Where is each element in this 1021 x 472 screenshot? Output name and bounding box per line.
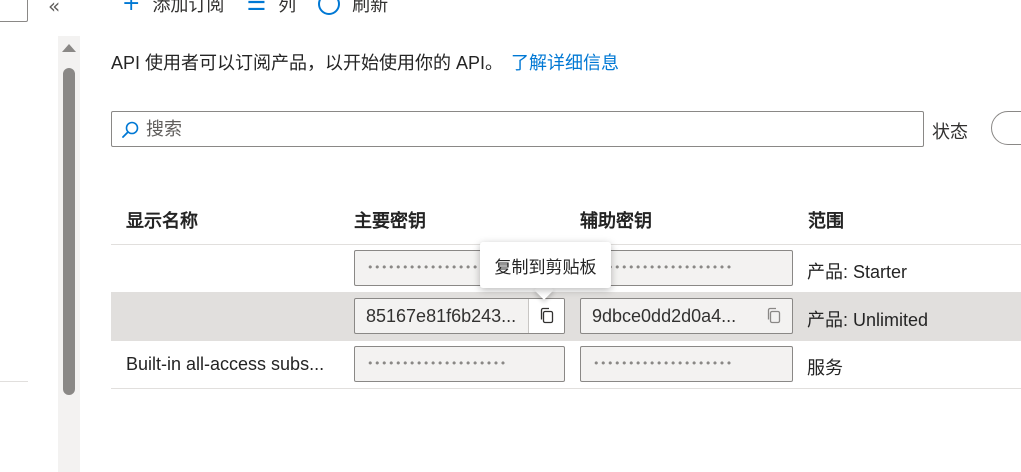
- plus-icon: +: [122, 0, 141, 16]
- collapse-icon[interactable]: «: [48, 0, 60, 18]
- column-header-name[interactable]: 显示名称: [126, 207, 198, 233]
- columns-button[interactable]: ☰ 列: [246, 0, 296, 17]
- left-nav-panel: [0, 0, 58, 472]
- secondary-key-field[interactable]: ••••••••••••••••••••: [580, 250, 793, 286]
- copy-icon: [767, 307, 781, 324]
- column-header-scope[interactable]: 范围: [808, 207, 844, 233]
- search-input[interactable]: [146, 112, 916, 146]
- description-text: API 使用者可以订阅产品，以开始使用你的 API。: [111, 53, 504, 73]
- table-row[interactable]: 85167e81f6b243... 9dbce0dd2d0a4... 产品: U…: [111, 293, 1021, 341]
- secondary-key-field[interactable]: ••••••••••••••••••••: [580, 346, 793, 382]
- secondary-key-value: 9dbce0dd2d0a4...: [592, 306, 737, 326]
- scrollbar[interactable]: [58, 36, 80, 472]
- copy-tooltip: 复制到剪贴板: [480, 242, 611, 288]
- refresh-icon: [318, 0, 341, 15]
- copy-primary-key-button[interactable]: [528, 299, 564, 333]
- secondary-key-field[interactable]: 9dbce0dd2d0a4...: [580, 298, 793, 334]
- columns-icon: ☰: [246, 0, 267, 16]
- scroll-up-arrow-icon[interactable]: [62, 44, 76, 52]
- secondary-key-value: ••••••••••••••••••••: [593, 261, 733, 274]
- nav-search-box[interactable]: [0, 0, 28, 22]
- page-description: API 使用者可以订阅产品，以开始使用你的 API。 了解详细信息: [111, 49, 619, 75]
- row-scope: 产品: Starter: [807, 262, 908, 282]
- row-display-name[interactable]: Built-in all-access subs...: [126, 354, 324, 375]
- row-scope: 服务: [807, 358, 843, 378]
- nav-divider: [0, 381, 28, 382]
- primary-key-value: 85167e81f6b243...: [366, 306, 517, 326]
- primary-key-field[interactable]: ••••••••••••••••••••: [354, 346, 565, 382]
- copy-secondary-key-button[interactable]: [756, 299, 792, 333]
- refresh-button[interactable]: 刷新: [318, 0, 388, 17]
- search-icon: [122, 121, 139, 138]
- search-box[interactable]: [111, 111, 924, 147]
- add-subscription-button[interactable]: + 添加订阅: [122, 0, 224, 17]
- column-header-primary-key[interactable]: 主要密钥: [354, 207, 426, 233]
- row-scope: 产品: Unlimited: [807, 310, 929, 330]
- columns-label: 列: [278, 0, 297, 15]
- primary-key-field[interactable]: 85167e81f6b243...: [354, 298, 565, 334]
- table-row[interactable]: Built-in all-access subs... ••••••••••••…: [111, 341, 1021, 389]
- command-bar: + 添加订阅 ☰ 列 刷新: [122, 0, 410, 17]
- status-filter-label: 状态: [932, 122, 968, 142]
- add-subscription-label: 添加订阅: [152, 0, 225, 15]
- secondary-key-value: ••••••••••••••••••••: [593, 357, 733, 370]
- scroll-thumb[interactable]: [63, 68, 75, 395]
- status-filter-dropdown[interactable]: [991, 111, 1021, 145]
- refresh-label: 刷新: [352, 0, 389, 15]
- learn-more-link[interactable]: 了解详细信息: [511, 53, 619, 73]
- column-header-secondary-key[interactable]: 辅助密钥: [580, 207, 652, 233]
- primary-key-value: ••••••••••••••••••••: [367, 357, 507, 370]
- copy-icon: [540, 307, 553, 324]
